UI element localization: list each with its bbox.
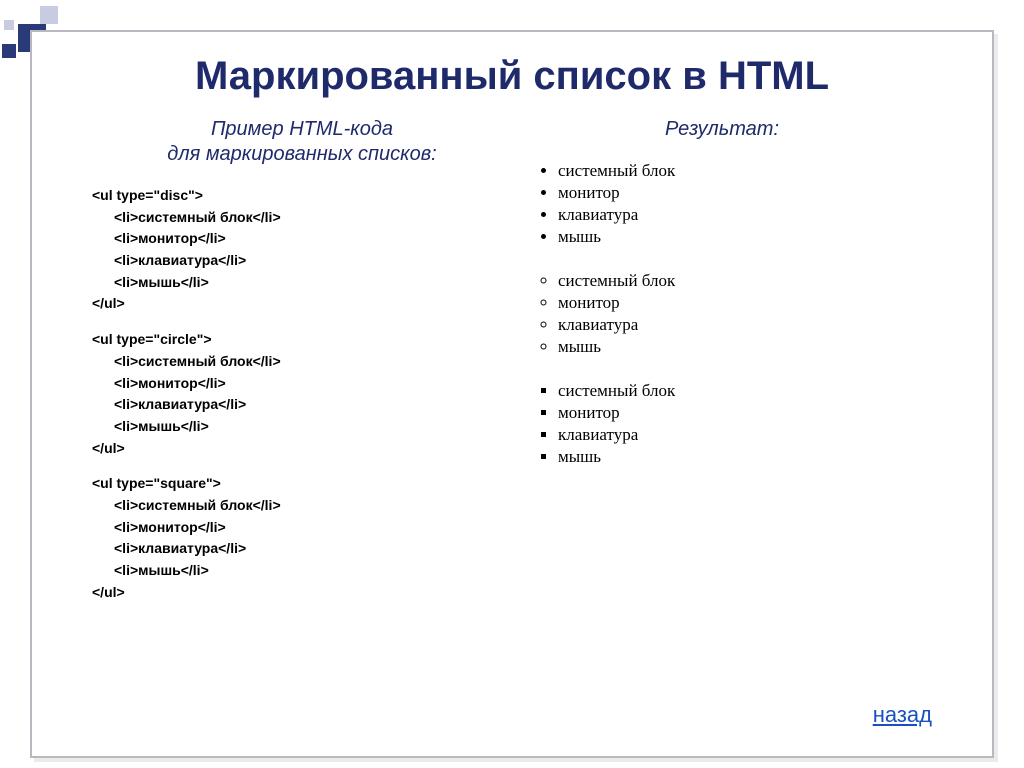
code-line: <ul type="circle"> xyxy=(92,331,212,347)
result-list-square: системный блок монитор клавиатура мышь xyxy=(536,380,932,468)
code-line: <li>системный блок</li> xyxy=(114,209,281,225)
list-item: клавиатура xyxy=(558,314,932,336)
code-line: <li>мышь</li> xyxy=(114,562,209,578)
code-line: <li>клавиатура</li> xyxy=(114,540,246,556)
code-line: <li>клавиатура</li> xyxy=(114,396,246,412)
list-item: системный блок xyxy=(558,270,932,292)
list-item: клавиатура xyxy=(558,424,932,446)
result-area: системный блок монитор клавиатура мышь с… xyxy=(512,160,932,468)
left-header-line2: для маркированных списков: xyxy=(167,143,436,165)
code-line: <ul type="square"> xyxy=(92,475,221,491)
list-item: мышь xyxy=(558,446,932,468)
left-column-header: Пример HTML-кода для маркированных списк… xyxy=(92,117,512,167)
left-column: Пример HTML-кода для маркированных списк… xyxy=(92,107,512,617)
slide-frame: Маркированный список в HTML Пример HTML-… xyxy=(30,30,994,758)
result-list-circle: системный блок монитор клавиатура мышь xyxy=(536,270,932,358)
code-line: <li>монитор</li> xyxy=(114,230,226,246)
result-list-disc: системный блок монитор клавиатура мышь xyxy=(536,160,932,248)
list-item: монитор xyxy=(558,292,932,314)
list-item: монитор xyxy=(558,182,932,204)
code-block-square: <ul type="square"> <li>системный блок</l… xyxy=(92,473,512,603)
left-header-line1: Пример HTML-кода xyxy=(211,118,393,140)
code-line: </ul> xyxy=(92,295,125,311)
list-item: системный блок xyxy=(558,380,932,402)
code-line: <li>системный блок</li> xyxy=(114,353,281,369)
right-column: Результат: системный блок монитор клавиа… xyxy=(512,107,932,617)
code-block-circle: <ul type="circle"> <li>системный блок</l… xyxy=(92,329,512,459)
code-block-disc: <ul type="disc"> <li>системный блок</li>… xyxy=(92,185,512,315)
code-line: <li>мышь</li> xyxy=(114,418,209,434)
code-line: <li>мышь</li> xyxy=(114,274,209,290)
list-item: мышь xyxy=(558,336,932,358)
list-item: монитор xyxy=(558,402,932,424)
code-line: <ul type="disc"> xyxy=(92,187,203,203)
right-column-header: Результат: xyxy=(512,117,932,142)
code-line: </ul> xyxy=(92,584,125,600)
list-item: клавиатура xyxy=(558,204,932,226)
back-link[interactable]: назад xyxy=(873,702,932,728)
list-item: системный блок xyxy=(558,160,932,182)
code-line: </ul> xyxy=(92,440,125,456)
code-line: <li>монитор</li> xyxy=(114,375,226,391)
code-line: <li>системный блок</li> xyxy=(114,497,281,513)
page-title: Маркированный список в HTML xyxy=(32,54,992,99)
list-item: мышь xyxy=(558,226,932,248)
code-line: <li>монитор</li> xyxy=(114,519,226,535)
code-line: <li>клавиатура</li> xyxy=(114,252,246,268)
